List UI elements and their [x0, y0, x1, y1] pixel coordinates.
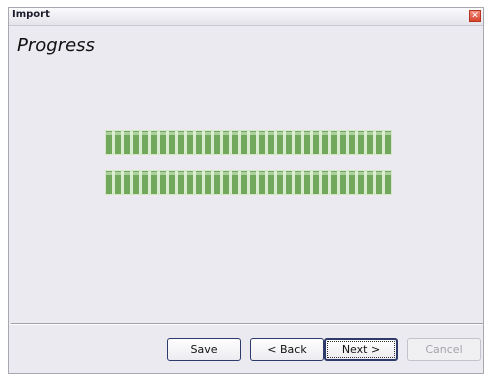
save-button[interactable]: Save	[167, 338, 241, 361]
save-button-label: Save	[190, 343, 218, 356]
progress-fill-1	[106, 131, 391, 154]
back-button[interactable]: < Back	[250, 338, 324, 361]
window-title: Import	[12, 9, 50, 20]
close-icon: ✕	[471, 11, 479, 21]
progress-bar-1	[105, 130, 392, 155]
page-title: Progress	[17, 35, 95, 56]
close-button[interactable]: ✕	[469, 10, 481, 22]
cancel-button-label: Cancel	[425, 343, 463, 356]
cancel-button[interactable]: Cancel	[407, 338, 481, 361]
import-dialog: Import ✕ Progress Save < Back Next > Can…	[8, 7, 484, 374]
progress-fill-2	[106, 171, 391, 194]
button-separator	[11, 323, 483, 325]
progress-bar-2	[105, 170, 392, 195]
next-button[interactable]: Next >	[324, 338, 398, 361]
back-button-label: < Back	[267, 343, 307, 356]
next-button-label: Next >	[341, 343, 381, 356]
title-bar[interactable]: Import ✕	[9, 8, 483, 26]
